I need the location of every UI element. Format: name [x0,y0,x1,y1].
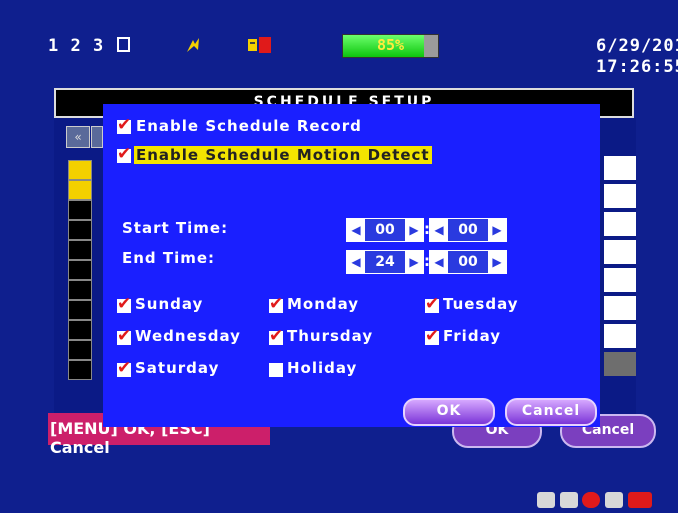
end-hour-increment-icon[interactable]: ▶ [405,251,423,273]
holiday-checkbox[interactable] [269,363,283,377]
schedule-cell[interactable] [604,268,636,292]
monitor-icon[interactable] [560,492,578,508]
cancel-button[interactable]: Cancel [505,398,597,426]
start-minute-value: 00 [448,219,488,241]
start-hour-stepper[interactable]: ◀ 00 ▶ [346,218,424,242]
end-hour-decrement-icon[interactable]: ◀ [347,251,365,273]
trash-icon[interactable] [605,492,623,508]
quality-icon[interactable] [537,492,555,508]
holiday-label: Holiday [287,359,358,377]
row-icon[interactable] [68,300,92,320]
time-display: 17:26:55 [596,57,678,77]
ok-button[interactable]: OK [403,398,495,426]
schedule-cell[interactable] [604,184,636,208]
alarm-icon[interactable] [628,492,652,508]
schedule-cell[interactable] [604,324,636,348]
row-icon[interactable] [68,340,92,360]
network-icon [185,36,201,54]
disk-usage-bar: 85% [342,34,439,58]
row-icon[interactable] [68,260,92,280]
tuesday-checkbox[interactable] [425,294,439,314]
friday-checkbox[interactable] [425,326,439,346]
date-display: 6/29/2010 [596,36,678,56]
channel-square-icon [117,37,131,52]
sunday-checkbox[interactable] [117,294,131,314]
schedule-options-dialog: Enable Schedule Record Enable Schedule M… [103,104,600,427]
thursday-checkbox[interactable] [269,326,283,346]
schedule-cell[interactable] [604,156,636,180]
storage-icon [248,37,272,53]
saturday-label: Saturday [135,359,220,377]
next-page-icon[interactable] [91,126,103,148]
wednesday-label: Wednesday [135,327,241,345]
wednesday-checkbox[interactable] [117,326,131,346]
row-icon[interactable] [68,220,92,240]
end-minute-increment-icon[interactable]: ▶ [488,251,506,273]
end-minute-value: 00 [448,251,488,273]
sunday-label: Sunday [135,295,204,313]
end-hour-stepper[interactable]: ◀ 24 ▶ [346,250,424,274]
channel-numbers: 1 2 3 [48,36,105,56]
end-minute-stepper[interactable]: ◀ 00 ▶ [429,250,507,274]
end-hour-value: 24 [365,251,405,273]
enable-record-checkbox[interactable] [117,115,131,135]
schedule-cell[interactable] [604,212,636,236]
row-icon[interactable] [68,200,92,220]
end-time-label: End Time: [122,249,216,267]
enable-record-label: Enable Schedule Record [136,117,362,135]
channel-indicator: 1 2 3 [48,36,131,56]
row-icon[interactable] [68,320,92,340]
enable-motion-label: Enable Schedule Motion Detect [134,146,432,164]
row-icon[interactable] [68,360,92,380]
end-minute-decrement-icon[interactable]: ◀ [430,251,448,273]
row-icon[interactable] [68,240,92,260]
start-hour-value: 00 [365,219,405,241]
start-hour-decrement-icon[interactable]: ◀ [347,219,365,241]
schedule-cell[interactable] [604,352,636,376]
schedule-cell[interactable] [604,296,636,320]
monday-checkbox[interactable] [269,294,283,314]
start-time-label: Start Time: [122,219,229,237]
row-record-icon[interactable] [68,180,92,200]
saturday-checkbox[interactable] [117,358,131,378]
prev-page-icon[interactable]: « [66,126,90,148]
start-minute-increment-icon[interactable]: ▶ [488,219,506,241]
row-motion-icon[interactable] [68,160,92,180]
monday-label: Monday [287,295,360,313]
thursday-label: Thursday [287,327,374,345]
start-hour-increment-icon[interactable]: ▶ [405,219,423,241]
disk-usage-text: 85% [376,36,405,54]
row-icon[interactable] [68,280,92,300]
enable-motion-checkbox[interactable] [117,144,131,164]
friday-label: Friday [443,327,502,345]
record-icon[interactable] [582,492,600,508]
start-minute-decrement-icon[interactable]: ◀ [430,219,448,241]
schedule-cell[interactable] [604,240,636,264]
tuesday-label: Tuesday [443,295,519,313]
start-minute-stepper[interactable]: ◀ 00 ▶ [429,218,507,242]
